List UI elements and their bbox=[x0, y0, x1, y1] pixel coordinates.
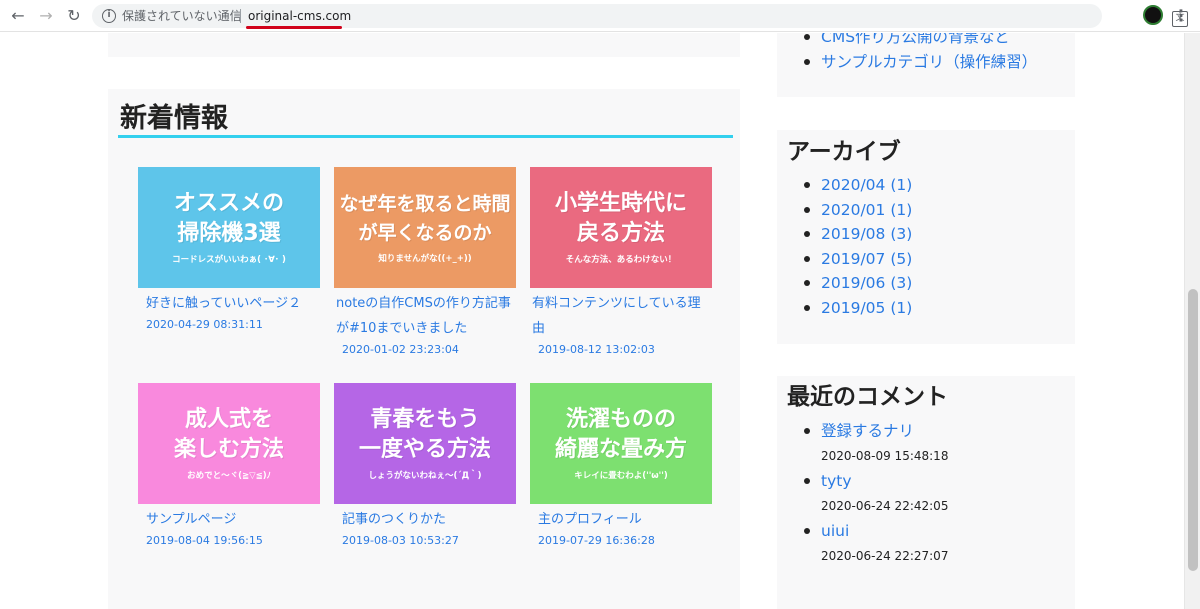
post-card[interactable]: 成人式を 楽しむ方法 おめでと～ヾ(≧▽≦)ﾉ サンプルページ 2019-08-… bbox=[138, 383, 320, 563]
archive-link[interactable]: 2019/06 (3) bbox=[799, 271, 912, 296]
address-bar[interactable]: i 保護されていない通信 original-cms.com 文 ☆ bbox=[92, 4, 1188, 28]
thumbnail-subtext: 知りませんがな((+_+)) bbox=[378, 254, 472, 264]
info-icon[interactable]: i bbox=[102, 9, 116, 23]
page-content: 新着情報 オススメの 掃除機3選 コードレスがいいわぁ( ･∀･ ) 好きに触っ… bbox=[0, 33, 1184, 609]
kebab-menu-icon[interactable]: ⋮ bbox=[1173, 6, 1189, 26]
comment-item: 登録するナリ 2020-08-09 15:48:18 bbox=[799, 418, 948, 468]
category-link[interactable]: CMS作り方公開の背景など bbox=[799, 33, 1037, 50]
archive-link[interactable]: 2020/04 (1) bbox=[799, 173, 912, 198]
comment-date: 2020-08-09 15:48:18 bbox=[821, 449, 949, 463]
post-date: 2019-08-03 10:53:27 bbox=[342, 534, 459, 547]
post-thumbnail[interactable]: なぜ年を取ると時間 が早くなるのか 知りませんがな((+_+)) bbox=[334, 167, 516, 288]
comments-title: 最近のコメント bbox=[787, 384, 948, 410]
thumbnail-subtext: コードレスがいいわぁ( ･∀･ ) bbox=[172, 255, 286, 265]
archive-list: 2020/04 (1) 2020/01 (1) 2019/08 (3) 2019… bbox=[799, 173, 912, 321]
url-separator bbox=[240, 9, 241, 23]
recent-comments-widget: 最近のコメント 登録するナリ 2020-08-09 15:48:18 tyty … bbox=[777, 376, 1075, 609]
back-arrow-icon[interactable]: ← bbox=[8, 6, 28, 26]
title-underline bbox=[118, 135, 733, 138]
thumbnail-subtext: おめでと～ヾ(≧▽≦)ﾉ bbox=[187, 471, 271, 481]
comment-item: tyty 2020-06-24 22:42:05 bbox=[799, 468, 948, 518]
post-card[interactable]: 洗濯ものの 綺麗な畳み方 キレイに畳むわよ(''ω'') 主のプロフィール 20… bbox=[530, 383, 712, 563]
section-title: 新着情報 bbox=[120, 103, 228, 134]
archive-title: アーカイブ bbox=[787, 139, 901, 165]
thumbnail-headline: 小学生時代に 戻る方法 bbox=[554, 191, 687, 246]
url-highlight-underline bbox=[246, 26, 342, 29]
new-posts-section: 新着情報 オススメの 掃除機3選 コードレスがいいわぁ( ･∀･ ) 好きに触っ… bbox=[108, 89, 740, 609]
post-date: 2019-08-12 13:02:03 bbox=[538, 343, 655, 356]
comment-item: uiui 2020-06-24 22:27:07 bbox=[799, 518, 948, 568]
archive-link[interactable]: 2019/07 (5) bbox=[799, 247, 912, 272]
comment-author-link[interactable]: uiui bbox=[821, 518, 948, 544]
thumbnail-subtext: キレイに畳むわよ(''ω'') bbox=[574, 471, 668, 481]
comment-author-link[interactable]: 登録するナリ bbox=[821, 418, 948, 444]
post-thumbnail[interactable]: 成人式を 楽しむ方法 おめでと～ヾ(≧▽≦)ﾉ bbox=[138, 383, 320, 504]
comment-list: 登録するナリ 2020-08-09 15:48:18 tyty 2020-06-… bbox=[799, 418, 948, 568]
previous-section-panel bbox=[108, 33, 740, 57]
post-title-link[interactable]: 有料コンテンツにしている理由 bbox=[532, 291, 710, 341]
url-text[interactable]: original-cms.com bbox=[248, 8, 351, 24]
post-date: 2020-04-29 08:31:11 bbox=[146, 318, 263, 331]
post-thumbnail[interactable]: 洗濯ものの 綺麗な畳み方 キレイに畳むわよ(''ω'') bbox=[530, 383, 712, 504]
post-card[interactable]: 小学生時代に 戻る方法 そんな方法、あるわけない！ 有料コンテンツにしている理由… bbox=[530, 167, 712, 367]
reload-icon[interactable]: ↻ bbox=[64, 6, 84, 26]
comment-date: 2020-06-24 22:27:07 bbox=[821, 549, 949, 563]
security-status-text[interactable]: 保護されていない通信 bbox=[122, 8, 242, 24]
post-title-link[interactable]: サンプルページ bbox=[146, 507, 324, 532]
post-date: 2020-01-02 23:23:04 bbox=[342, 343, 459, 356]
scrollbar-thumb[interactable] bbox=[1188, 289, 1198, 571]
profile-avatar[interactable] bbox=[1143, 5, 1163, 25]
thumbnail-subtext: しょうがないわねぇ～(´Д｀) bbox=[368, 471, 482, 481]
archive-link[interactable]: 2020/01 (1) bbox=[799, 198, 912, 223]
post-card[interactable]: オススメの 掃除機3選 コードレスがいいわぁ( ･∀･ ) 好きに触っていいペー… bbox=[138, 167, 320, 367]
archive-widget: アーカイブ 2020/04 (1) 2020/01 (1) 2019/08 (3… bbox=[777, 130, 1075, 344]
browser-toolbar: ← → ↻ i 保護されていない通信 original-cms.com 文 ☆ … bbox=[0, 0, 1200, 32]
post-title-link[interactable]: noteの自作CMSの作り方記事が#10までいきました bbox=[336, 291, 514, 341]
category-link[interactable]: サンプルカテゴリ（操作練習） bbox=[799, 50, 1037, 75]
thumbnail-headline: なぜ年を取ると時間 が早くなるのか bbox=[339, 193, 511, 244]
thumbnail-headline: 成人式を 楽しむ方法 bbox=[173, 407, 284, 462]
post-card[interactable]: 青春をもう 一度やる方法 しょうがないわねぇ～(´Д｀) 記事のつくりかた 20… bbox=[334, 383, 516, 563]
comment-author-link[interactable]: tyty bbox=[821, 468, 948, 494]
thumbnail-subtext: そんな方法、あるわけない！ bbox=[565, 255, 677, 265]
post-title-link[interactable]: 好きに触っていいページ２ bbox=[146, 291, 324, 316]
post-thumbnail[interactable]: 青春をもう 一度やる方法 しょうがないわねぇ～(´Д｀) bbox=[334, 383, 516, 504]
post-title-link[interactable]: 主のプロフィール bbox=[538, 507, 716, 532]
post-date: 2019-07-29 16:36:28 bbox=[538, 534, 655, 547]
category-list: CMS作り方公開の背景など サンプルカテゴリ（操作練習） bbox=[799, 33, 1037, 74]
archive-link[interactable]: 2019/08 (3) bbox=[799, 222, 912, 247]
thumbnail-headline: オススメの 掃除機3選 bbox=[173, 191, 284, 246]
category-widget: CMS作り方公開の背景など サンプルカテゴリ（操作練習） bbox=[777, 33, 1075, 97]
post-date: 2019-08-04 19:56:15 bbox=[146, 534, 263, 547]
post-card[interactable]: なぜ年を取ると時間 が早くなるのか 知りませんがな((+_+)) noteの自作… bbox=[334, 167, 516, 367]
post-thumbnail[interactable]: 小学生時代に 戻る方法 そんな方法、あるわけない！ bbox=[530, 167, 712, 288]
post-title-link[interactable]: 記事のつくりかた bbox=[342, 507, 520, 532]
thumbnail-headline: 洗濯ものの 綺麗な畳み方 bbox=[554, 407, 687, 462]
page-scrollbar[interactable] bbox=[1184, 33, 1200, 609]
forward-arrow-icon[interactable]: → bbox=[36, 6, 56, 26]
post-thumbnail[interactable]: オススメの 掃除機3選 コードレスがいいわぁ( ･∀･ ) bbox=[138, 167, 320, 288]
comment-date: 2020-06-24 22:42:05 bbox=[821, 499, 949, 513]
archive-link[interactable]: 2019/05 (1) bbox=[799, 296, 912, 321]
thumbnail-headline: 青春をもう 一度やる方法 bbox=[358, 407, 491, 462]
